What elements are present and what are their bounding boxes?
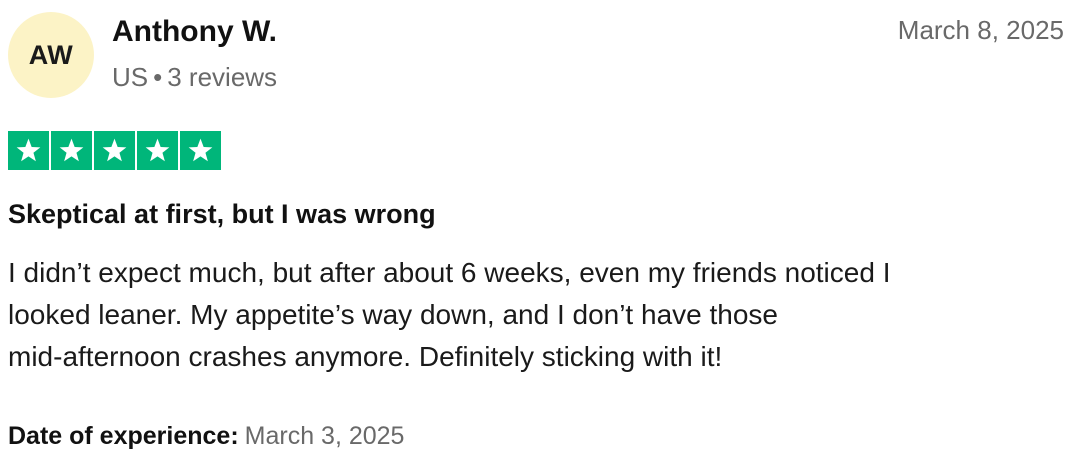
reviewer-country: US xyxy=(112,62,149,92)
experience-date: March 3, 2025 xyxy=(244,422,405,450)
date-of-experience: Date of experience: March 3, 2025 xyxy=(8,419,404,453)
review-body-line: mid-afternoon crashes anymore. Definitel… xyxy=(8,341,723,372)
star-3 xyxy=(94,131,135,170)
star-4 xyxy=(137,131,178,170)
reviewer-review-count: 3 reviews xyxy=(167,62,278,92)
star-rating xyxy=(8,131,221,170)
star-icon xyxy=(102,138,127,162)
star-icon xyxy=(16,138,41,162)
review-body: I didn’t expect much, but after about 6 … xyxy=(8,252,1074,378)
star-5 xyxy=(180,131,221,170)
star-icon xyxy=(59,138,84,162)
star-2 xyxy=(51,131,92,170)
reviewer-name[interactable]: Anthony W. xyxy=(112,14,277,50)
star-1 xyxy=(8,131,49,170)
reviewer-meta: US • 3 reviews xyxy=(112,61,277,93)
avatar-initials: AW xyxy=(28,39,74,70)
meta-separator: • xyxy=(153,62,163,92)
review-date: March 8, 2025 xyxy=(897,15,1064,45)
star-icon xyxy=(145,138,170,162)
review-body-line: I didn’t expect much, but after about 6 … xyxy=(8,257,891,288)
review-card: AW Anthony W. US • 3 reviews March 8, 2025… xyxy=(0,0,1082,464)
review-title: Skeptical at first, but I was wrong xyxy=(8,199,436,229)
avatar[interactable]: AW xyxy=(8,12,94,98)
experience-label: Date of experience: xyxy=(8,422,239,450)
star-icon xyxy=(188,138,213,162)
review-body-line: looked leaner. My appetite’s way down, a… xyxy=(8,299,778,330)
